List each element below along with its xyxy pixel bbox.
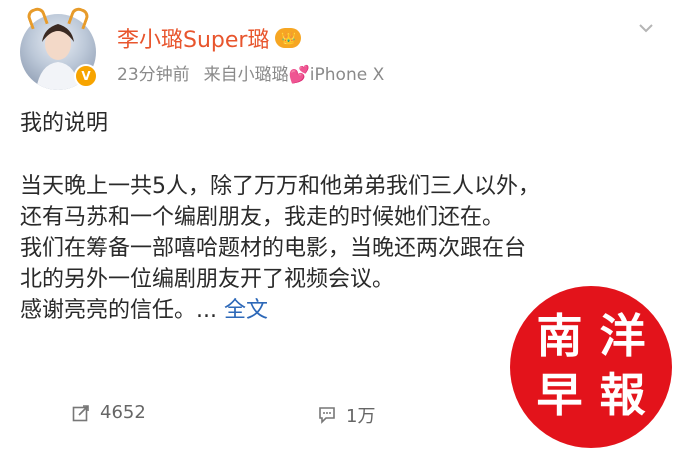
- chevron-down-icon[interactable]: [638, 20, 654, 36]
- post-text-tail: 感谢亮亮的信任。...: [20, 298, 224, 323]
- post-header: V 李小璐Super璐 👑 23分钟前 来自小璐璐💕iPhone X: [0, 0, 674, 100]
- post-meta: 23分钟前 来自小璐璐💕iPhone X: [117, 60, 384, 85]
- post-source[interactable]: 来自小璐璐💕iPhone X: [204, 60, 385, 85]
- full-text-link[interactable]: 全文: [224, 298, 268, 323]
- post-text-line: 还有马苏和一个编剧朋友，我走的时候她们还在。: [20, 205, 505, 230]
- post-text-line: 我的说明: [20, 111, 109, 136]
- avatar[interactable]: V: [20, 5, 98, 90]
- watermark-char: 早: [536, 368, 583, 422]
- watermark-char: 南: [536, 309, 583, 363]
- comment-count: 1万: [346, 406, 376, 427]
- watermark-char: 報: [599, 368, 646, 422]
- post-text-line: 当天晚上一共5人，除了万万和他弟弟我们三人以外，: [20, 174, 540, 199]
- newspaper-watermark-logo: 南 洋 早 報: [510, 286, 672, 448]
- post-text-line: 我们在筹备一部嘻哈题材的电影，当晚还两次跟在台: [20, 236, 527, 261]
- share-count: 4652: [100, 402, 146, 423]
- vip-crown-icon: 👑: [275, 28, 302, 48]
- verified-badge-icon: V: [74, 64, 98, 88]
- watermark-char: 洋: [599, 309, 646, 363]
- username[interactable]: 李小璐Super璐: [117, 22, 269, 54]
- comment-button[interactable]: 1万: [318, 402, 375, 428]
- post-time: 23分钟前: [117, 65, 190, 85]
- share-button[interactable]: 4652: [72, 402, 146, 423]
- comment-icon: [318, 406, 336, 424]
- share-icon: [72, 404, 90, 422]
